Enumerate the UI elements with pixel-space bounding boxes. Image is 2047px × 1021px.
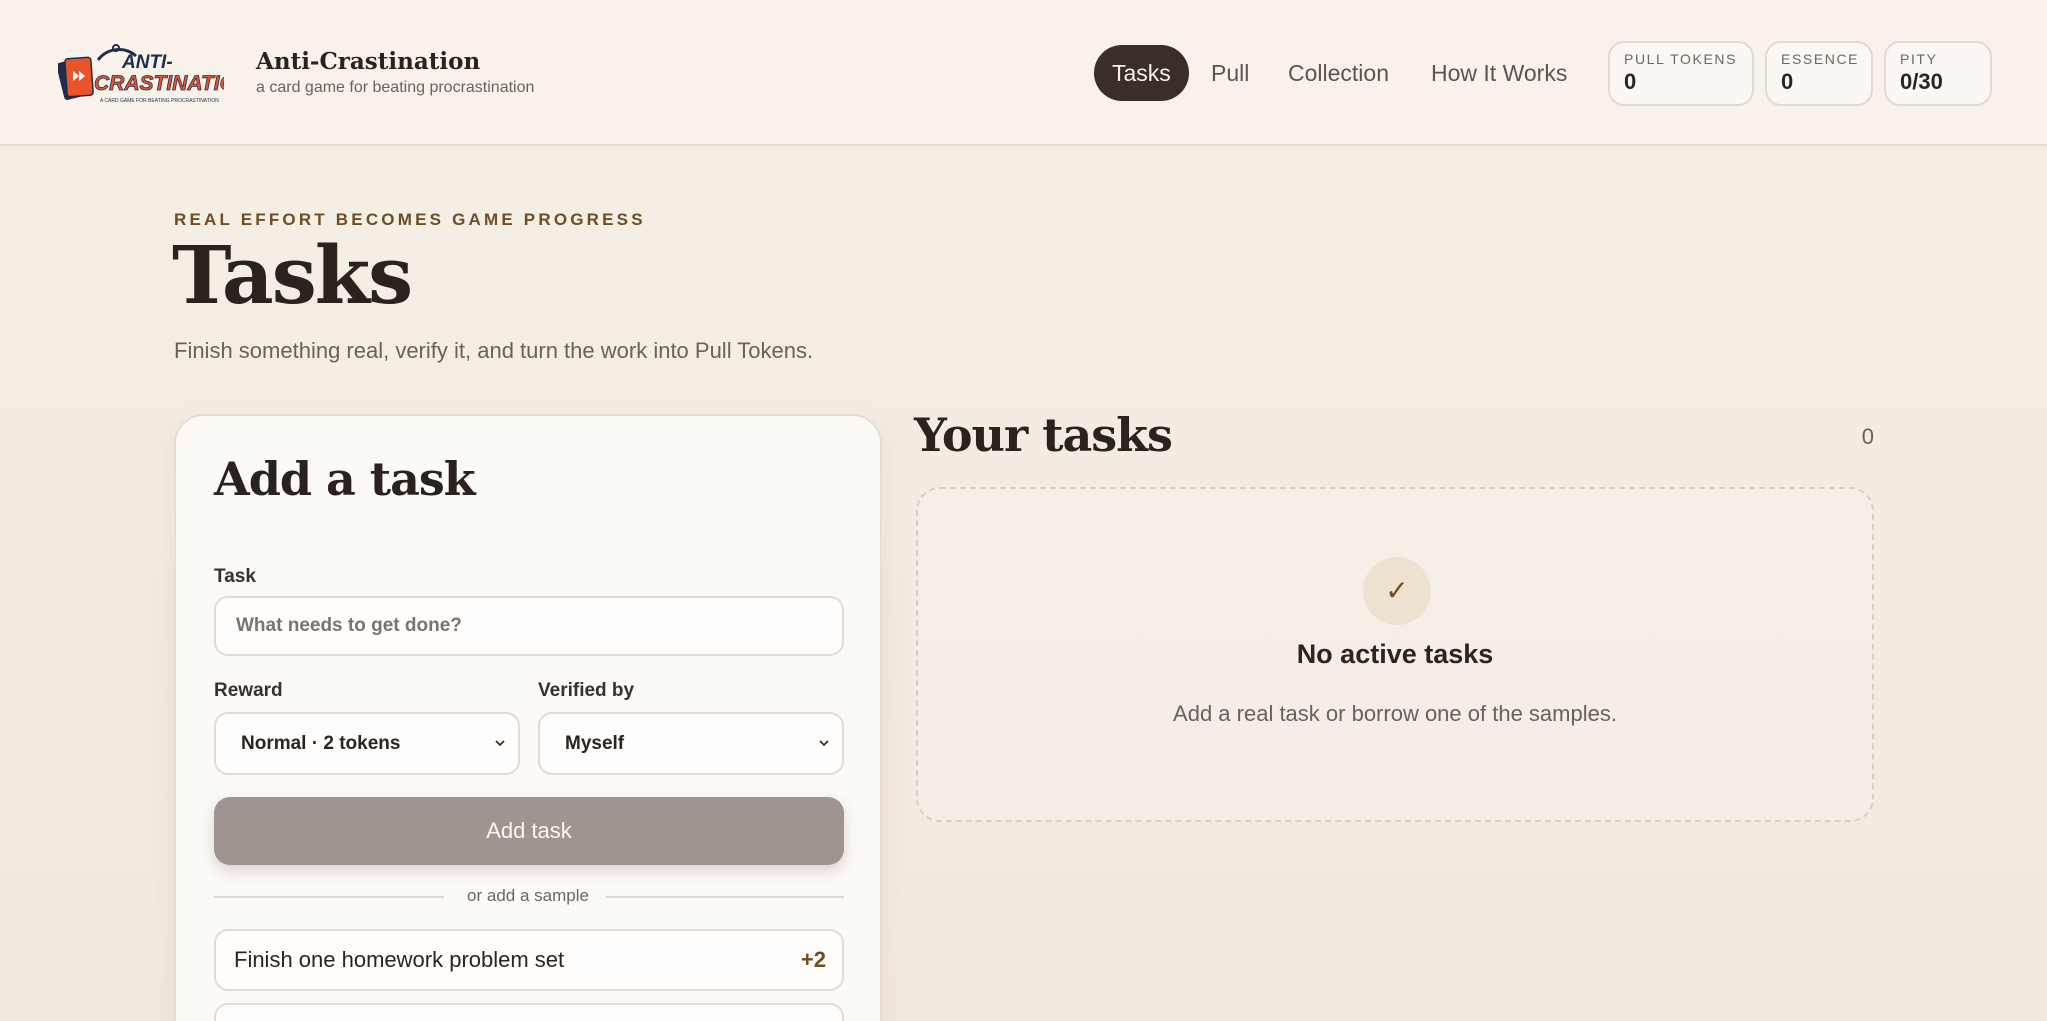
stat-label: ESSENCE <box>1781 51 1860 67</box>
empty-state-description: Add a real task or borrow one of the sam… <box>1173 701 1617 726</box>
logo-tagline: A CARD GAME FOR BEATING PROCRASTINATION <box>100 98 219 104</box>
logo-text-main: CRASTINATION <box>94 72 224 95</box>
page-eyebrow: REAL EFFORT BECOMES GAME PROGRESS <box>174 210 646 229</box>
pull-tokens-stat: PULL TOKENS 0 <box>1608 41 1754 106</box>
brand-title: Anti-Crastination <box>256 48 481 75</box>
reward-label: Reward <box>214 680 283 701</box>
app-header: ANTI- CRASTINATION A CARD GAME FOR BEATI… <box>0 0 2047 146</box>
add-task-card: Add a task Task Reward Normal · 2 tokens… <box>174 414 882 1021</box>
stat-value: 0 <box>1624 69 1637 94</box>
chevron-down-icon <box>819 740 829 747</box>
task-label: Task <box>214 566 256 587</box>
page-description: Finish something real, verify it, and tu… <box>174 338 814 363</box>
stat-label: PITY <box>1900 51 1938 67</box>
stat-value: 0/30 <box>1900 69 1943 94</box>
add-task-button[interactable]: Add task <box>214 797 844 865</box>
reward-select-value: Normal · 2 tokens <box>241 733 401 754</box>
check-icon: ✓ <box>1363 557 1431 625</box>
verified-by-select[interactable]: Myself <box>538 712 844 775</box>
your-tasks-title: Your tasks <box>914 408 1173 462</box>
sample-task-label: Finish one homework problem set <box>234 947 565 972</box>
logo-text-top: ANTI- <box>121 52 173 73</box>
nav-collection[interactable]: Collection <box>1288 45 1389 101</box>
page-title: Tasks <box>172 228 413 322</box>
task-input[interactable] <box>214 596 844 656</box>
verified-by-label: Verified by <box>538 680 635 701</box>
essence-stat: ESSENCE 0 <box>1765 41 1873 106</box>
task-count: 0 <box>1861 424 1874 449</box>
pity-stat: PITY 0/30 <box>1884 41 1992 106</box>
chevron-down-icon <box>495 740 505 747</box>
verified-by-select-value: Myself <box>565 733 625 754</box>
empty-tasks-panel: ✓ No active tasks Add a real task or bor… <box>916 487 1874 822</box>
nav-tasks[interactable]: Tasks <box>1094 45 1189 101</box>
nav-how-it-works[interactable]: How It Works <box>1431 45 1567 101</box>
reward-select[interactable]: Normal · 2 tokens <box>214 712 520 775</box>
brand-subtitle: a card game for beating procrastination <box>256 79 535 96</box>
divider-line-right <box>606 896 844 898</box>
sample-task-item[interactable] <box>214 1003 844 1021</box>
empty-state-title: No active tasks <box>1296 639 1494 669</box>
add-task-title: Add a task <box>214 452 476 506</box>
stat-value: 0 <box>1781 69 1794 94</box>
nav-pull[interactable]: Pull <box>1211 45 1249 101</box>
anti-crastination-logo[interactable]: ANTI- CRASTINATION A CARD GAME FOR BEATI… <box>58 38 224 110</box>
stat-label: PULL TOKENS <box>1624 51 1738 67</box>
sample-task-item[interactable]: Finish one homework problem set +2 <box>214 929 844 991</box>
sample-task-reward: +2 <box>800 947 826 972</box>
